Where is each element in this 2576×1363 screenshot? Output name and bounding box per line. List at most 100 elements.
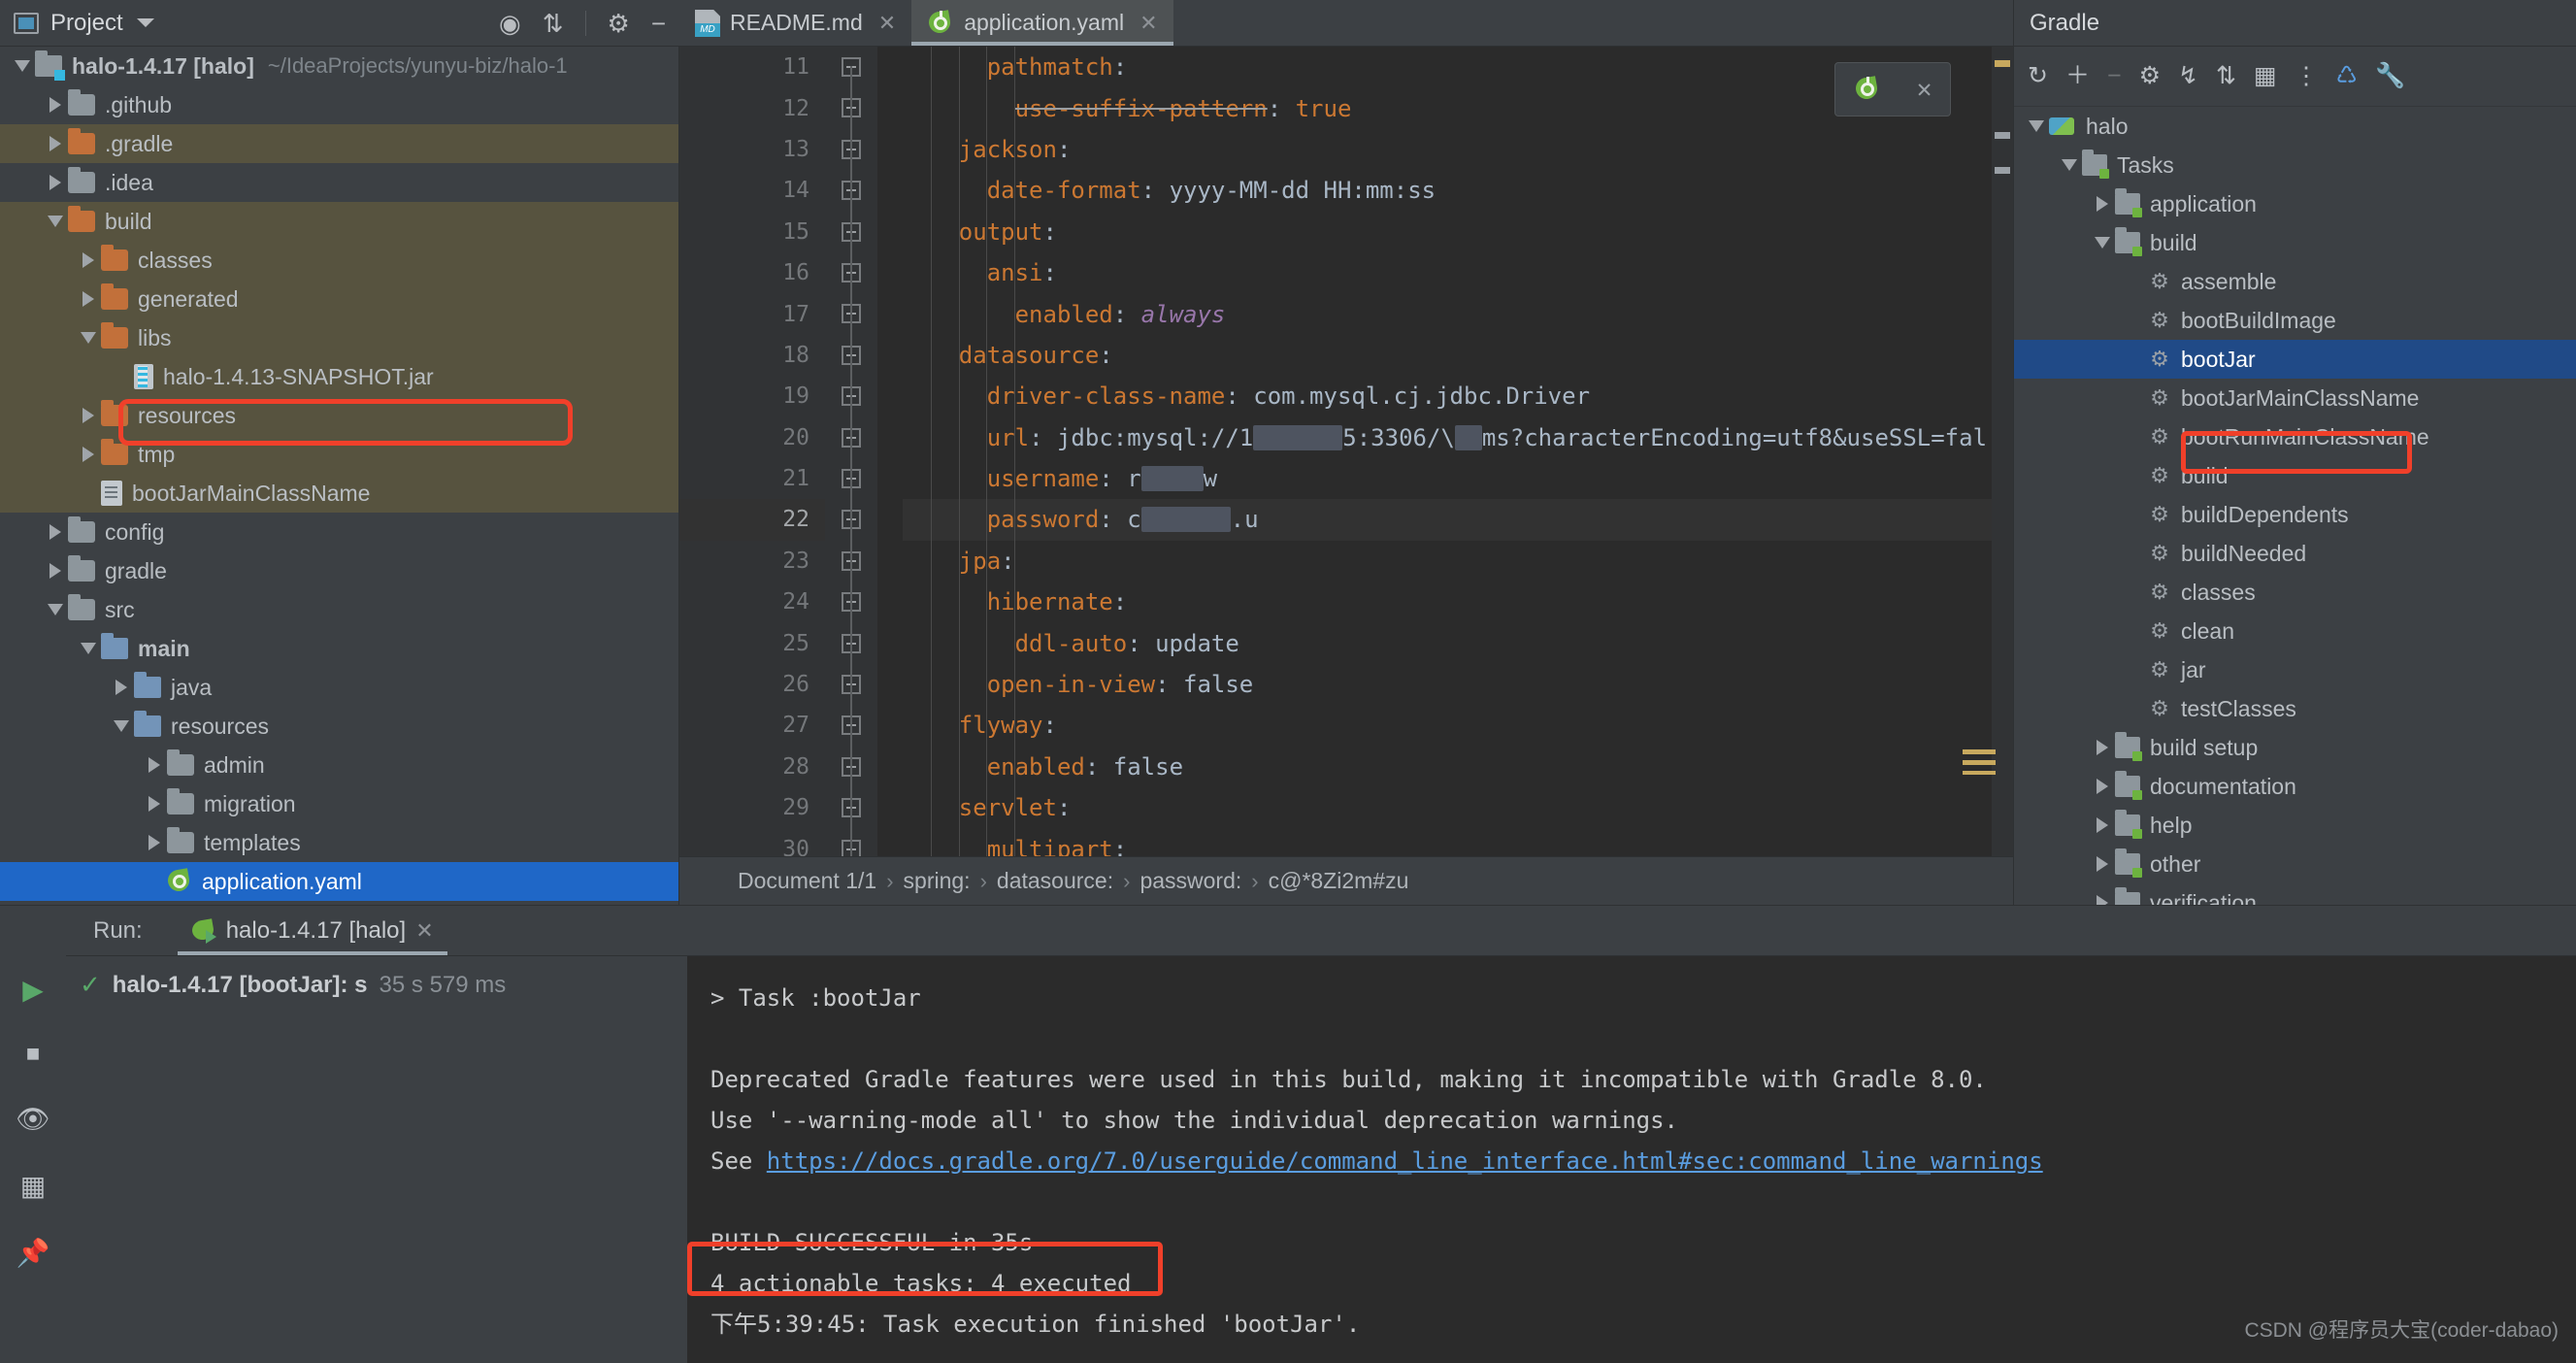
gradle-node-other[interactable]: other bbox=[2014, 845, 2576, 883]
breadcrumb-item[interactable]: c@*8Zi2m#zu bbox=[1269, 868, 1409, 894]
gradle-node-bootjarmainclassname[interactable]: ⚙bootJarMainClassName bbox=[2014, 379, 2576, 417]
chevron-down-icon[interactable] bbox=[10, 60, 35, 72]
spring-config-icon[interactable] bbox=[1854, 76, 1881, 103]
run-result-item[interactable]: ✓ halo-1.4.17 [bootJar]: s 35 s 579 ms bbox=[80, 970, 687, 1000]
soft-wrap-icon[interactable]: 👁 bbox=[16, 1103, 50, 1135]
rerun-icon[interactable]: ▶ bbox=[22, 974, 44, 1006]
tab-application-yaml[interactable]: application.yaml ✕ bbox=[911, 0, 1172, 46]
code-line[interactable]: open-in-view: false bbox=[903, 664, 2013, 705]
add-icon[interactable]: ＋ bbox=[2065, 64, 2090, 88]
chevron-down-icon[interactable] bbox=[109, 720, 134, 732]
chevron-right-icon[interactable] bbox=[43, 563, 68, 579]
code-content[interactable]: pathmatch: use-suffix-pattern: true jack… bbox=[877, 47, 2013, 856]
code-line[interactable]: ddl-auto: update bbox=[903, 622, 2013, 663]
gradle-docs-link[interactable]: https://docs.gradle.org/7.0/userguide/co… bbox=[767, 1147, 2043, 1175]
project-tree[interactable]: halo-1.4.17 [halo]~/IdeaProjects/yunyu-b… bbox=[0, 47, 678, 901]
chevron-right-icon[interactable] bbox=[76, 291, 101, 307]
hide-icon[interactable]: − bbox=[651, 11, 666, 36]
code-line[interactable]: jpa: bbox=[903, 541, 2013, 582]
code-line[interactable]: servlet: bbox=[903, 787, 2013, 828]
editor-scrollbar[interactable] bbox=[1992, 47, 2013, 856]
gradle-node-testclasses[interactable]: ⚙testClasses bbox=[2014, 689, 2576, 728]
chevron-down-icon[interactable] bbox=[137, 18, 154, 27]
code-line[interactable]: flyway: bbox=[903, 705, 2013, 746]
code-line[interactable]: enabled: always bbox=[903, 293, 2013, 334]
project-structure-icon[interactable]: ▦ bbox=[2254, 64, 2277, 88]
chevron-right-icon[interactable] bbox=[142, 796, 167, 812]
close-icon[interactable]: ✕ bbox=[415, 918, 433, 944]
gradle-task-tree[interactable]: haloTasksapplicationbuild⚙assemble⚙bootB… bbox=[2014, 107, 2576, 905]
chevron-right-icon[interactable] bbox=[43, 136, 68, 151]
chevron-down-icon[interactable] bbox=[43, 604, 68, 615]
chevron-right-icon[interactable] bbox=[43, 524, 68, 540]
sync-icon[interactable]: ♺ bbox=[2336, 64, 2358, 88]
gradle-node-documentation[interactable]: documentation bbox=[2014, 767, 2576, 806]
tree-node-classes[interactable]: classes bbox=[0, 241, 678, 280]
gradle-node-builddependents[interactable]: ⚙buildDependents bbox=[2014, 495, 2576, 534]
stop-icon[interactable]: ■ bbox=[26, 1041, 41, 1068]
build-tool-settings-icon[interactable]: 🔧 bbox=[2375, 64, 2405, 88]
chevron-right-icon[interactable] bbox=[2090, 817, 2115, 833]
tree-node--gradle[interactable]: .gradle bbox=[0, 124, 678, 163]
tree-node-config[interactable]: config bbox=[0, 513, 678, 551]
gradle-node-bootjar[interactable]: ⚙bootJar bbox=[2014, 340, 2576, 379]
tree-node-halo-1-4-13-snapshot-jar[interactable]: halo-1.4.13-SNAPSHOT.jar bbox=[0, 357, 678, 396]
chevron-down-icon[interactable] bbox=[43, 216, 68, 227]
chevron-right-icon[interactable] bbox=[142, 757, 167, 773]
gradle-node-bootbuildimage[interactable]: ⚙bootBuildImage bbox=[2014, 301, 2576, 340]
tree-node-migration[interactable]: migration bbox=[0, 784, 678, 823]
chevron-down-icon[interactable] bbox=[2090, 237, 2115, 249]
collapse-all-icon[interactable]: ⇅ bbox=[543, 11, 564, 36]
tree-node-build[interactable]: build bbox=[0, 202, 678, 241]
tree-node-generated[interactable]: generated bbox=[0, 280, 678, 318]
chevron-right-icon[interactable] bbox=[142, 835, 167, 850]
build-console[interactable]: > Task :bootJar Deprecated Gradle featur… bbox=[687, 956, 2576, 1363]
chevron-right-icon[interactable] bbox=[76, 252, 101, 268]
project-tree-panel[interactable]: halo-1.4.17 [halo]~/IdeaProjects/yunyu-b… bbox=[0, 47, 679, 905]
tab-readme-md[interactable]: MD README.md ✕ bbox=[679, 0, 911, 46]
settings-gear-icon[interactable]: ⚙ bbox=[608, 11, 630, 36]
tree-node-java[interactable]: java bbox=[0, 668, 678, 707]
editor-floating-toolbar[interactable]: ✕ bbox=[1834, 62, 1951, 116]
tree-node-admin[interactable]: admin bbox=[0, 746, 678, 784]
gradle-node-halo[interactable]: halo bbox=[2014, 107, 2576, 146]
breadcrumb-item[interactable]: password: bbox=[1139, 868, 1241, 894]
chevron-down-icon[interactable] bbox=[76, 332, 101, 344]
code-line[interactable]: jackson: bbox=[903, 129, 2013, 170]
code-line[interactable]: date-format: yyyy-MM-dd HH:mm:ss bbox=[903, 170, 2013, 211]
breadcrumb-item[interactable]: datasource: bbox=[997, 868, 1113, 894]
close-icon[interactable]: ✕ bbox=[878, 11, 896, 36]
tree-node-templates[interactable]: templates bbox=[0, 823, 678, 862]
layout-icon[interactable]: ▦ bbox=[20, 1170, 46, 1202]
chevron-right-icon[interactable] bbox=[2090, 196, 2115, 212]
run-result-tree[interactable]: ✓ halo-1.4.17 [bootJar]: s 35 s 579 ms bbox=[66, 956, 687, 1363]
chevron-right-icon[interactable] bbox=[43, 97, 68, 113]
chevron-right-icon[interactable] bbox=[2090, 856, 2115, 872]
gradle-node-clean[interactable]: ⚙clean bbox=[2014, 612, 2576, 650]
gradle-node-build[interactable]: ⚙build bbox=[2014, 456, 2576, 495]
code-editor[interactable]: 1112131415161718192021222324252627282930… bbox=[679, 47, 2013, 856]
breadcrumb[interactable]: Document 1/1›spring:›datasource:›passwor… bbox=[679, 856, 2013, 905]
chevron-right-icon[interactable] bbox=[2090, 895, 2115, 905]
code-line[interactable]: password: c.u bbox=[903, 499, 2013, 540]
tree-node-halo-1-4-17-halo-[interactable]: halo-1.4.17 [halo]~/IdeaProjects/yunyu-b… bbox=[0, 47, 678, 85]
tree-node-libs[interactable]: libs bbox=[0, 318, 678, 357]
chevron-down-icon[interactable] bbox=[76, 643, 101, 654]
tree-node-resources[interactable]: resources bbox=[0, 396, 678, 435]
gradle-node-tasks[interactable]: Tasks bbox=[2014, 146, 2576, 184]
close-icon[interactable]: ✕ bbox=[1917, 75, 1932, 104]
breadcrumb-item[interactable]: spring: bbox=[904, 868, 971, 894]
gradle-node-buildneeded[interactable]: ⚙buildNeeded bbox=[2014, 534, 2576, 573]
tree-node-resources[interactable]: resources bbox=[0, 707, 678, 746]
tree-node-tmp[interactable]: tmp bbox=[0, 435, 678, 474]
gradle-node-build-setup[interactable]: build setup bbox=[2014, 728, 2576, 767]
code-line[interactable]: url: jdbc:mysql://15:3306/\ms?characterE… bbox=[903, 417, 2013, 458]
gradle-node-verification[interactable]: verification bbox=[2014, 883, 2576, 905]
tree-node-application-yaml[interactable]: application.yaml bbox=[0, 862, 678, 901]
change-marker[interactable] bbox=[1995, 167, 2010, 174]
run-tab[interactable]: halo-1.4.17 [halo] ✕ bbox=[178, 906, 447, 955]
gradle-node-help[interactable]: help bbox=[2014, 806, 2576, 845]
code-line[interactable]: enabled: false bbox=[903, 747, 2013, 787]
refresh-icon[interactable]: ↻ bbox=[2028, 64, 2048, 88]
code-line[interactable]: multipart: bbox=[903, 828, 2013, 856]
